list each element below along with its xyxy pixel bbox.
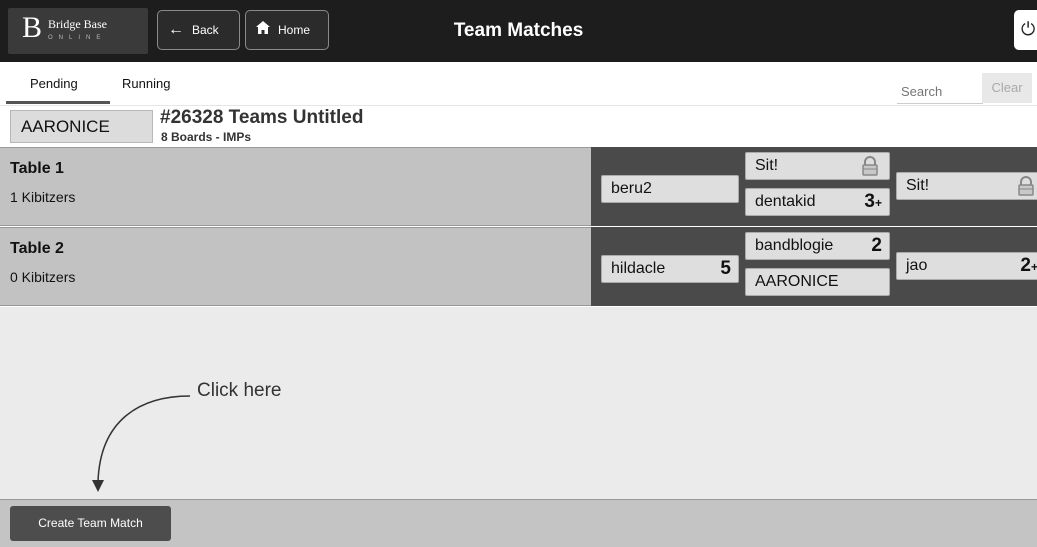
lock-icon xyxy=(862,156,878,176)
power-button[interactable]: ⏻ xyxy=(1014,10,1037,50)
player-name: beru2 xyxy=(611,180,652,197)
player-name: hildacle xyxy=(611,260,666,277)
page-title: Team Matches xyxy=(453,20,584,41)
table-row: Table 2 0 Kibitzers hildacle 5 bandblogi… xyxy=(0,227,1037,306)
player-name: AARONICE xyxy=(755,273,839,290)
table-row: Table 1 1 Kibitzers beru2 Sit! dentakid … xyxy=(0,147,1037,226)
sit-label: Sit! xyxy=(906,177,930,194)
player-name: bandblogie xyxy=(755,237,834,254)
match-header: AARONICE #26328 Teams Untitled 8 Boards … xyxy=(0,106,1037,147)
seat-south[interactable]: dentakid 3+ xyxy=(745,188,890,216)
table-name: Table 1 xyxy=(10,160,64,177)
seat-east[interactable]: jao 2+ xyxy=(896,252,1037,280)
player-name: dentakid xyxy=(755,193,816,210)
match-title: #26328 Teams Untitled xyxy=(160,107,364,128)
player-rating-badge: 5 xyxy=(720,258,731,279)
empty-area xyxy=(0,307,1037,499)
clear-button[interactable]: Clear xyxy=(982,73,1032,103)
table-seats: hildacle 5 bandblogie 2 AARONICE jao 2+ xyxy=(591,227,1037,306)
lock-icon xyxy=(1018,176,1034,196)
table-seats: beru2 Sit! dentakid 3+ Sit! xyxy=(591,147,1037,226)
player-rating-badge: 2 xyxy=(871,235,882,256)
create-team-match-button[interactable]: Create Team Match xyxy=(10,506,171,541)
match-host[interactable]: AARONICE xyxy=(10,110,153,143)
search-input[interactable] xyxy=(897,80,983,104)
table-info[interactable]: Table 1 1 Kibitzers xyxy=(0,147,591,226)
kibitzer-count: 1 Kibitzers xyxy=(10,189,76,205)
tabs-bar: Pending Running xyxy=(0,62,1037,106)
seat-east[interactable]: Sit! xyxy=(896,172,1037,200)
player-rating-badge: 3+ xyxy=(864,191,882,212)
power-icon: ⏻ xyxy=(1021,19,1036,39)
seat-west[interactable]: beru2 xyxy=(601,175,739,203)
table-info[interactable]: Table 2 0 Kibitzers xyxy=(0,227,591,306)
tab-running[interactable]: Running xyxy=(122,76,170,91)
hint-label: Click here xyxy=(193,380,286,402)
kibitzer-count: 0 Kibitzers xyxy=(10,269,76,285)
seat-north[interactable]: bandblogie 2 xyxy=(745,232,890,260)
seat-north[interactable]: Sit! xyxy=(745,152,890,180)
table-name: Table 2 xyxy=(10,240,64,257)
sit-label: Sit! xyxy=(755,157,779,174)
player-name: jao xyxy=(906,257,928,274)
match-subtitle: 8 Boards - IMPs xyxy=(161,130,252,144)
seat-south[interactable]: AARONICE xyxy=(745,268,890,296)
top-bar: B Bridge Base ONLINE ← Back Home Team Ma… xyxy=(0,0,1037,62)
tab-pending[interactable]: Pending xyxy=(30,76,78,91)
active-tab-indicator xyxy=(6,101,110,104)
seat-west[interactable]: hildacle 5 xyxy=(601,255,739,283)
player-rating-badge: 2+ xyxy=(1020,255,1037,276)
